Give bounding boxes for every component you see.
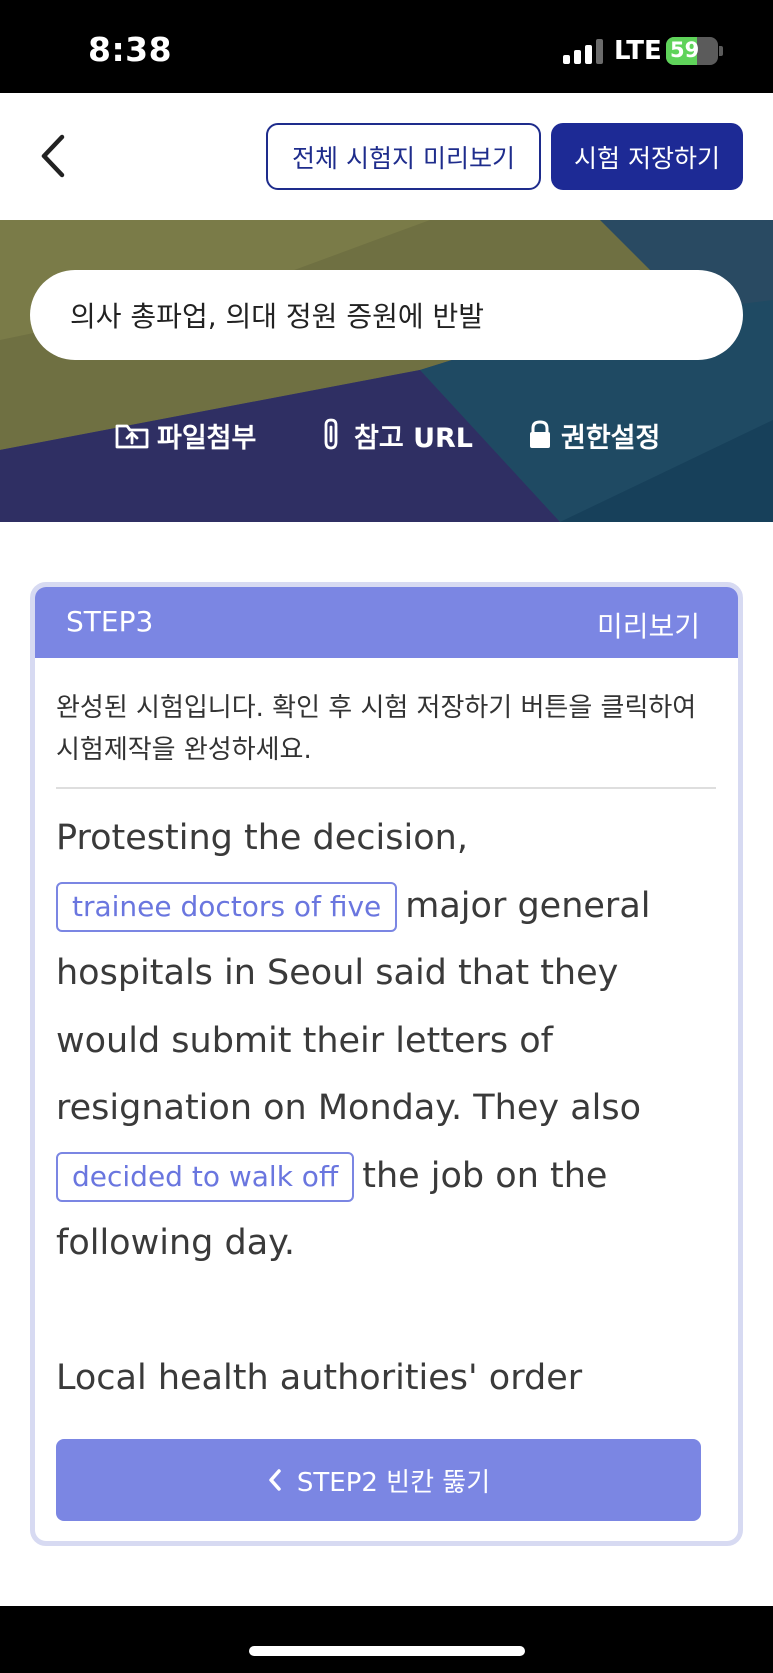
bottom-bar	[0, 1606, 773, 1673]
step3-card: STEP3 미리보기 완성된 시험입니다. 확인 후 시험 저장하기 버튼을 클…	[30, 582, 743, 1546]
step2-button-label: STEP2 빈칸 뚫기	[296, 1467, 491, 1498]
lock-icon	[530, 420, 550, 448]
status-time: 8:38	[88, 30, 173, 69]
step-label: STEP3	[66, 605, 154, 638]
instruction-text: 완성된 시험입니다. 확인 후 시험 저장하기 버튼을 클릭하여 시험제작을 완…	[56, 693, 697, 765]
card-header: STEP3 미리보기	[35, 587, 738, 658]
attach-file-button[interactable]: 파일첨부	[115, 410, 256, 460]
battery-icon: 59	[666, 37, 718, 65]
battery-cap	[719, 46, 723, 56]
status-bar: 8:38 LTE 59	[0, 0, 773, 93]
passage-text: Protesting the decision,	[56, 818, 468, 858]
chevron-left-icon	[41, 134, 65, 178]
exam-passage: Protesting the decision, trainee doctors…	[56, 805, 716, 1413]
reference-url-label: 참고 URL	[354, 422, 473, 454]
banner-actions: 파일첨부 참고 URL 권한설정	[0, 410, 773, 460]
back-button[interactable]	[34, 131, 74, 181]
step2-blank-button[interactable]: STEP2 빈칸 뚫기	[56, 1439, 701, 1521]
save-exam-button[interactable]: 시험 저장하기	[551, 123, 743, 190]
permission-settings-label: 권한설정	[561, 422, 661, 454]
passage-text: Local health authorities' order	[56, 1358, 583, 1398]
banner: 의사 총파업, 의대 정원 증원에 반발 파일첨부 참고 URL 권한설정	[0, 220, 773, 522]
folder-upload-icon	[115, 424, 149, 449]
blank-answer[interactable]: trainee doctors of five	[56, 881, 398, 932]
reference-url-button[interactable]: 참고 URL	[318, 410, 473, 460]
preview-label: 미리보기	[596, 610, 700, 643]
network-label: LTE	[614, 36, 662, 66]
permission-settings-button[interactable]: 권한설정	[527, 410, 660, 460]
signal-icon	[563, 38, 605, 64]
chevron-left-icon	[269, 1469, 281, 1491]
divider	[56, 787, 716, 789]
attach-file-label: 파일첨부	[157, 422, 257, 454]
home-indicator[interactable]	[249, 1646, 525, 1656]
exam-title-input[interactable]: 의사 총파업, 의대 정원 증원에 반발	[30, 270, 743, 360]
battery-label: 59	[670, 38, 700, 62]
paperclip-icon	[324, 418, 338, 450]
top-nav: 전체 시험지 미리보기 시험 저장하기	[0, 93, 773, 220]
blank-answer[interactable]: decided to walk off	[56, 1151, 355, 1202]
banner-background	[0, 220, 773, 522]
preview-all-button[interactable]: 전체 시험지 미리보기	[266, 123, 541, 190]
